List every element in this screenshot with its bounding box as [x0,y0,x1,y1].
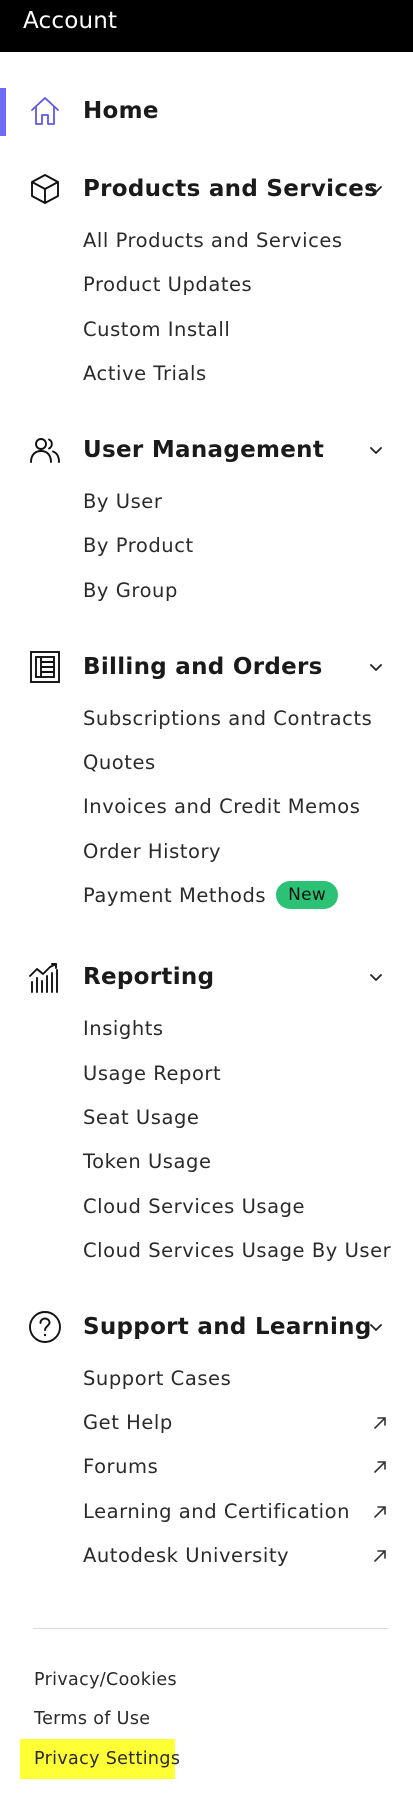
nav-item-by-product[interactable]: By Product [83,529,403,563]
nav-item-subscriptions[interactable]: Subscriptions and Contracts [83,702,403,736]
nav-item-home[interactable]: Home [0,89,413,133]
chevron-down-icon[interactable] [368,969,384,985]
nav-item-invoices[interactable]: Invoices and Credit Memos [83,790,403,824]
external-link-icon[interactable] [373,1505,387,1519]
nav-item-learning-certification[interactable]: Learning and Certification [83,1495,403,1529]
nav-section-support-label: Support and Learning [83,1314,372,1340]
nav-section-support[interactable]: Support and Learning [0,1305,413,1349]
users-icon [28,433,62,467]
nav-item-product-updates[interactable]: Product Updates [83,268,403,302]
chevron-down-icon[interactable] [368,181,384,197]
nav-item-insights[interactable]: Insights [83,1012,403,1046]
external-link-icon[interactable] [373,1416,387,1430]
nav-section-products-label: Products and Services [83,176,379,202]
nav-item-autodesk-university[interactable]: Autodesk University [83,1539,403,1573]
chevron-down-icon[interactable] [368,442,384,458]
nav-section-products[interactable]: Products and Services [0,167,413,211]
nav-item-by-user[interactable]: By User [83,485,403,519]
nav-item-get-help[interactable]: Get Help [83,1406,403,1440]
nav-section-reporting[interactable]: Reporting [0,955,413,999]
new-badge: New [276,881,339,909]
question-icon [28,1310,62,1344]
cube-icon [28,172,62,206]
header-title: Account [23,8,118,34]
nav-item-usage-report[interactable]: Usage Report [83,1057,403,1091]
nav-item-custom-install[interactable]: Custom Install [83,313,403,347]
nav-section-users[interactable]: User Management [0,428,413,472]
nav-item-cloud-services-usage[interactable]: Cloud Services Usage [83,1190,403,1224]
nav-item-by-group[interactable]: By Group [83,574,403,608]
footer-divider [33,1628,389,1629]
chevron-down-icon[interactable] [368,659,384,675]
nav-item-cloud-services-usage-by-user[interactable]: Cloud Services Usage By User [83,1234,403,1268]
nav-item-support-cases[interactable]: Support Cases [83,1362,403,1396]
receipt-icon [28,650,62,684]
nav-item-seat-usage[interactable]: Seat Usage [83,1101,403,1135]
nav-item-active-trials[interactable]: Active Trials [83,357,403,391]
nav-item-token-usage[interactable]: Token Usage [83,1145,403,1179]
nav-item-home-label: Home [83,98,159,124]
nav-item-quotes[interactable]: Quotes [83,746,403,780]
nav-item-forums[interactable]: Forums [83,1450,403,1484]
nav-section-billing[interactable]: Billing and Orders [0,645,413,689]
nav-item-payment-methods[interactable]: Payment Methods New [83,879,403,913]
nav-item-all-products[interactable]: All Products and Services [83,224,403,258]
footer-link-terms-of-use[interactable]: Terms of Use [34,1705,150,1733]
external-link-icon[interactable] [373,1460,387,1474]
home-icon [28,94,62,128]
nav-section-billing-label: Billing and Orders [83,654,323,680]
nav-section-users-label: User Management [83,437,325,463]
nav-item-payment-methods-label: Payment Methods [83,884,267,907]
nav-section-reporting-label: Reporting [83,964,215,990]
app-header: Account [0,0,413,52]
external-link-icon[interactable] [373,1549,387,1563]
chevron-down-icon[interactable] [368,1319,384,1335]
nav-item-order-history[interactable]: Order History [83,835,403,869]
footer-link-privacy-cookies[interactable]: Privacy/Cookies [34,1666,177,1694]
chart-icon [28,960,62,994]
footer-link-privacy-settings[interactable]: Privacy Settings [34,1745,180,1773]
